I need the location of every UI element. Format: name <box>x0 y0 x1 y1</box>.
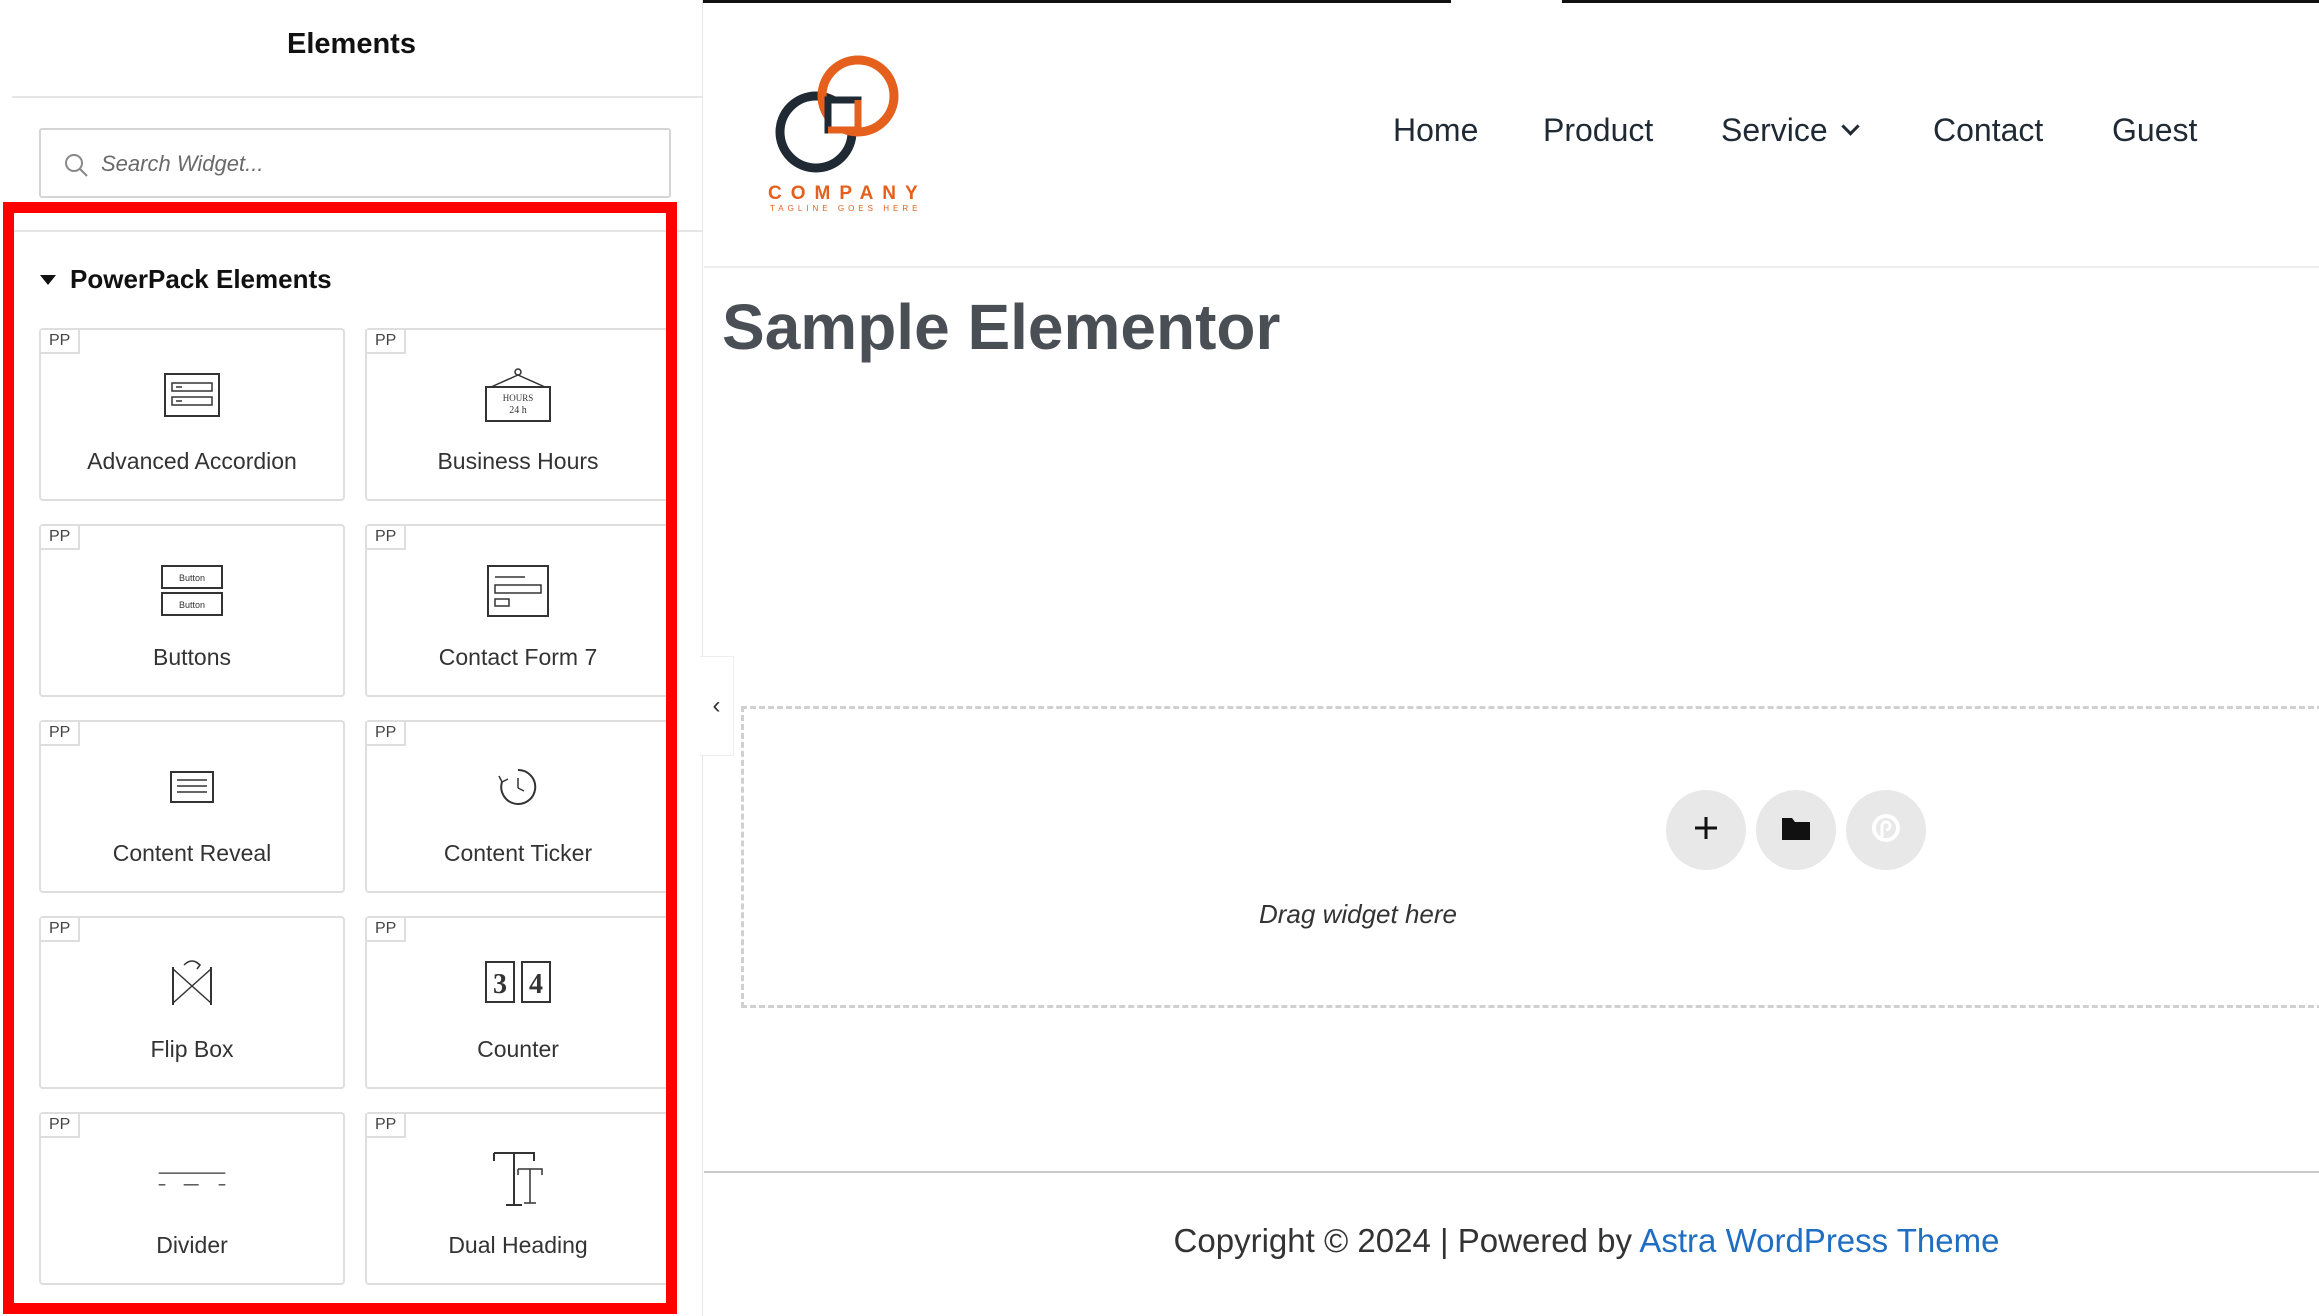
plus-button[interactable] <box>1666 790 1746 870</box>
drop-text-wrap: Drag widget here <box>744 899 2319 930</box>
button-text-1: Button <box>179 573 205 583</box>
pp-badge: PP <box>367 918 407 942</box>
header-divider <box>704 266 2319 268</box>
nav-product[interactable]: Product <box>1543 112 1653 149</box>
widget-content-reveal[interactable]: PP Content Reveal <box>39 720 345 893</box>
widget-label: Advanced Accordion <box>87 448 297 474</box>
accordion-icon <box>157 360 227 430</box>
flip-box-icon <box>157 948 227 1018</box>
caret-down-icon <box>40 274 56 285</box>
widget-buttons[interactable]: PP Button Button Buttons <box>39 524 345 697</box>
folder-icon <box>1781 815 1811 846</box>
widget-contact-form-7[interactable]: PP Contact Form 7 <box>365 524 671 697</box>
powerpack-button[interactable] <box>1846 790 1926 870</box>
footer-link[interactable]: Astra WordPress Theme <box>1639 1222 1999 1259</box>
ticker-icon <box>483 752 553 822</box>
widget-label: Flip Box <box>150 1036 234 1062</box>
footer-divider <box>704 1171 2319 1173</box>
pp-badge: PP <box>41 918 81 942</box>
form-icon <box>483 556 553 626</box>
pp-badge: PP <box>41 722 81 746</box>
counter-digit-2: 4 <box>529 969 543 1000</box>
hours-line1: HOURS <box>503 393 534 403</box>
widget-drop-zone[interactable]: Drag widget here <box>741 706 2319 1008</box>
widget-label: Buttons <box>153 644 231 670</box>
panel-divider-2 <box>12 230 702 232</box>
page-title: Sample Elementor <box>722 291 1281 363</box>
widget-label: Divider <box>156 1232 228 1258</box>
content-reveal-icon <box>157 752 227 822</box>
widget-flip-box[interactable]: PP Flip Box <box>39 916 345 1089</box>
site-preview: COMPANY TAGLINE GOES HERE Home Product S… <box>704 0 2319 1316</box>
nav-contact[interactable]: Contact <box>1933 112 2043 149</box>
footer-inner: Copyright © 2024 | Powered by Astra Word… <box>1174 1222 2000 1259</box>
search-icon <box>63 152 89 178</box>
widget-dual-heading[interactable]: PP Dual Heading <box>365 1112 671 1285</box>
pp-badge: PP <box>367 330 407 354</box>
pp-badge: PP <box>41 1114 81 1138</box>
buttons-icon: Button Button <box>157 556 227 626</box>
hours-line2: 24 h <box>509 405 527 416</box>
widget-label: Counter <box>477 1036 559 1062</box>
widget-label: Contact Form 7 <box>438 644 598 670</box>
button-text-2: Button <box>179 600 205 610</box>
nav-guest[interactable]: Guest <box>2112 112 2197 149</box>
footer: Copyright © 2024 | Powered by Astra Word… <box>704 1222 2319 1260</box>
logo-text: COMPANY <box>768 183 927 204</box>
pp-badge: PP <box>367 722 407 746</box>
chevron-down-icon <box>1841 117 1860 136</box>
counter-icon: 3 4 <box>483 948 553 1018</box>
pp-badge: PP <box>41 526 81 550</box>
widget-counter[interactable]: PP 3 4 Counter <box>365 916 671 1089</box>
plus-icon <box>1691 813 1721 848</box>
widget-business-hours[interactable]: PP HOURS 24 h Business Hours <box>365 328 671 501</box>
panel-title: Elements <box>287 28 416 60</box>
widget-advanced-accordion[interactable]: PP Advanced Accordion <box>39 328 345 501</box>
section-title: PowerPack Elements <box>70 264 332 294</box>
drop-text: Drag widget here <box>1259 899 1457 929</box>
pp-badge: PP <box>41 330 81 354</box>
footer-text: Copyright © 2024 | Powered by <box>1173 1222 1640 1259</box>
folder-button[interactable] <box>1756 790 1836 870</box>
nav-service[interactable]: Service <box>1721 112 1860 149</box>
nav-service-label: Service <box>1721 112 1828 148</box>
hours-sign-icon: HOURS 24 h <box>483 360 553 430</box>
search-input[interactable] <box>101 142 641 186</box>
section-toggle-powerpack[interactable]: PowerPack Elements <box>40 264 332 295</box>
logo-tagline: TAGLINE GOES HERE <box>770 204 922 213</box>
elements-panel: Elements PowerPack Elements PP <box>0 0 703 1316</box>
powerpack-logo-icon <box>1869 811 1903 850</box>
widget-content-ticker[interactable]: PP Content Ticker <box>365 720 671 893</box>
widget-label: Content Ticker <box>443 840 593 866</box>
widget-label: Dual Heading <box>448 1232 588 1258</box>
panel-divider <box>12 96 702 98</box>
pp-badge: PP <box>367 1114 407 1138</box>
counter-digit-1: 3 <box>493 969 507 1000</box>
divider-icon <box>157 1144 227 1214</box>
pp-badge: PP <box>367 526 407 550</box>
widget-divider[interactable]: PP Divider <box>39 1112 345 1285</box>
widget-label: Content Reveal <box>112 840 272 866</box>
dual-heading-icon <box>483 1144 553 1214</box>
nav-home[interactable]: Home <box>1393 112 1478 149</box>
search-widget-box[interactable] <box>39 128 671 198</box>
widget-label: Business Hours <box>437 448 599 474</box>
